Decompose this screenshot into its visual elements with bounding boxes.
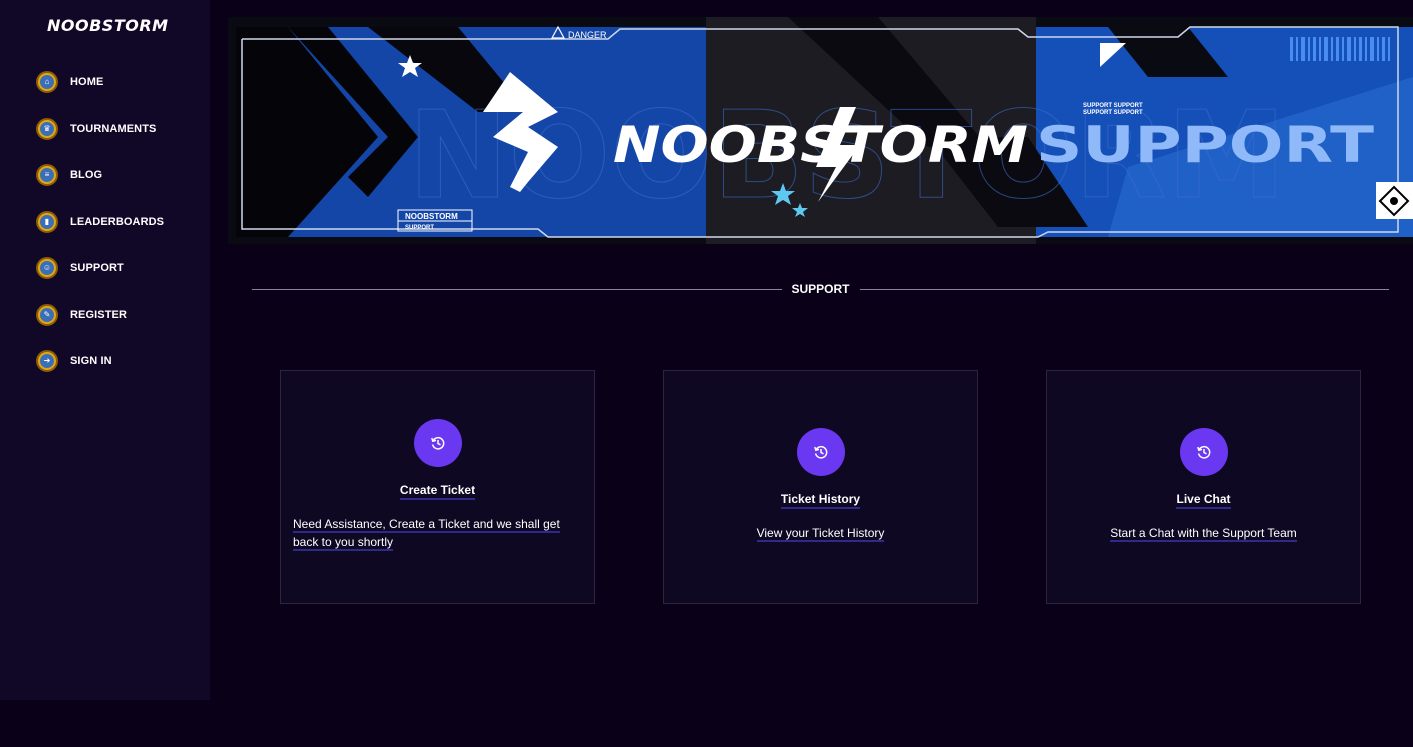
- home-icon: ⌂: [36, 71, 58, 93]
- sidebar-item-label: BLOG: [70, 169, 103, 181]
- sidebar-item-label: REGISTER: [70, 308, 128, 321]
- live-chat-card[interactable]: Live Chat Start a Chat with the Support …: [1046, 370, 1361, 604]
- sidebar-item-tournaments[interactable]: ♛ TOURNAMENTS: [36, 117, 164, 141]
- support-banner: NOOBSTORM SUPPORT SUPPORT SUP: [228, 17, 1413, 244]
- history-icon: [414, 419, 462, 467]
- divider-line: [252, 288, 782, 290]
- divider-line: [859, 288, 1390, 290]
- sidebar-item-label: LEADERBOARDS: [70, 215, 165, 228]
- banner-mini-label: SUPPORT SUPPORT: [1083, 103, 1143, 109]
- card-description: Need Assistance, Create a Ticket and we …: [293, 517, 560, 551]
- card-description: View your Ticket History: [756, 526, 885, 542]
- sidebar-nav: ⌂ HOME ♛ TOURNAMENTS ≡ BLOG ▮ LEADERBOAR…: [36, 70, 164, 396]
- card-title: Ticket History: [664, 492, 977, 509]
- create-ticket-card[interactable]: Create Ticket Need Assistance, Create a …: [280, 370, 595, 604]
- sidebar-item-blog[interactable]: ≡ BLOG: [36, 163, 164, 187]
- banner-tag-top: NOOBSTORM: [405, 212, 458, 221]
- sidebar-item-sign-in[interactable]: ➜ SIGN IN: [36, 349, 164, 373]
- sidebar-item-home[interactable]: ⌂ HOME: [36, 70, 164, 94]
- sign-in-icon: ➜: [36, 350, 58, 372]
- register-icon: ✎: [36, 303, 58, 326]
- sidebar-item-label: HOME: [70, 76, 104, 88]
- section-title: SUPPORT: [791, 282, 850, 296]
- section-heading: SUPPORT: [252, 281, 1390, 297]
- card-title: Live Chat: [1047, 492, 1360, 509]
- banner-support-word: SUPPORT: [1036, 116, 1374, 174]
- trophy-icon: ♛: [36, 117, 58, 140]
- banner-tag-bottom: SUPPORT: [405, 225, 434, 231]
- support-icon: ☺: [36, 257, 58, 279]
- sidebar-item-label: TOURNAMENTS: [70, 122, 157, 135]
- leaderboard-icon: ▮: [36, 210, 58, 233]
- blog-icon: ≡: [36, 164, 58, 186]
- sidebar-item-register[interactable]: ✎ REGISTER: [36, 303, 164, 327]
- banner-brand: NOOBSTORM: [613, 116, 1028, 174]
- history-icon: [1180, 428, 1228, 476]
- sidebar-item-label: SUPPORT: [70, 262, 124, 274]
- site-logo[interactable]: NOOBSTORM: [47, 16, 169, 35]
- sidebar: NOOBSTORM ⌂ HOME ♛ TOURNAMENTS ≡ BLOG ▮ …: [0, 0, 210, 700]
- ticket-history-card[interactable]: Ticket History View your Ticket History: [663, 370, 978, 604]
- card-description: Start a Chat with the Support Team: [1110, 526, 1297, 542]
- sidebar-item-label: SIGN IN: [70, 355, 112, 367]
- sidebar-item-leaderboards[interactable]: ▮ LEADERBOARDS: [36, 210, 164, 234]
- banner-danger-label: DANGER: [568, 30, 607, 40]
- sidebar-item-support[interactable]: ☺ SUPPORT: [36, 256, 164, 280]
- card-title: Create Ticket: [281, 483, 594, 500]
- history-icon: [797, 428, 845, 476]
